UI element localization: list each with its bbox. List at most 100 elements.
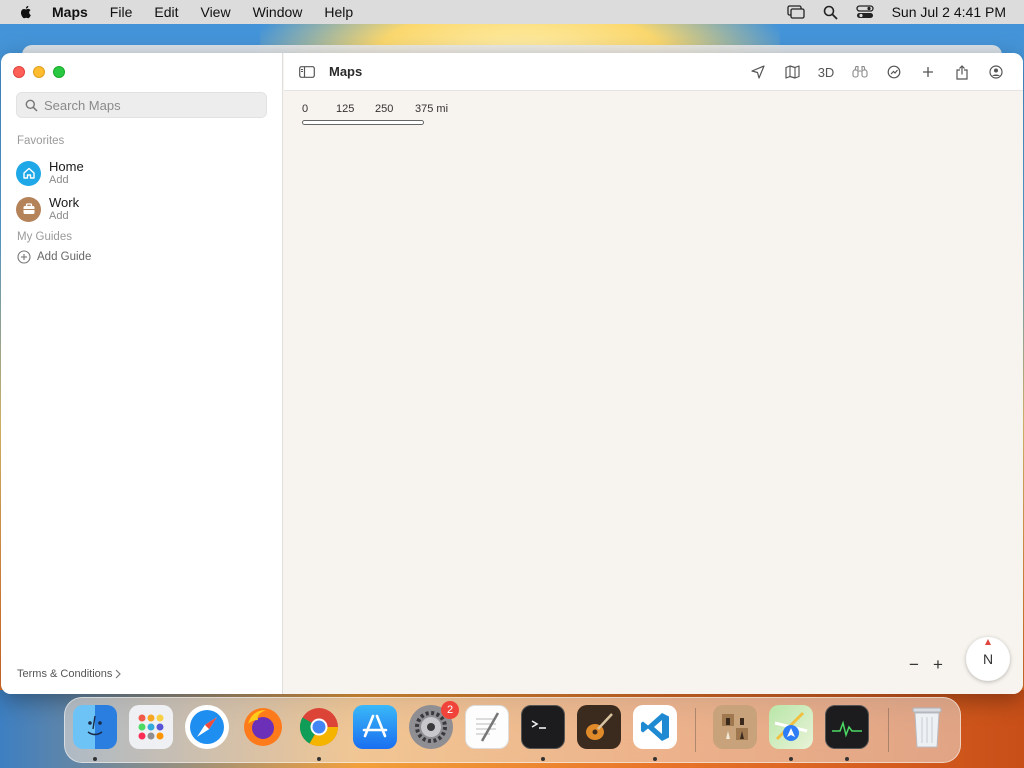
dock-separator <box>695 708 696 752</box>
chevron-right-icon <box>115 669 122 679</box>
toolbar-tools: 3D <box>741 53 1013 91</box>
favorites-label: Favorites <box>17 135 65 147</box>
dock-maps[interactable] <box>769 705 813 749</box>
dock-terminal-running <box>541 757 545 761</box>
plus-icon <box>923 67 933 77</box>
dock-maps-running <box>789 757 793 761</box>
share-icon <box>956 64 968 80</box>
scale-label-375: 375 mi <box>415 103 449 115</box>
menu-bar: Maps File Edit View Window Help Sun Jul … <box>0 0 1024 24</box>
compass-button[interactable]: N <box>966 637 1010 681</box>
terms-link[interactable]: Terms & Conditions <box>17 668 122 680</box>
zoom-out-button[interactable]: − <box>906 655 922 674</box>
menu-file[interactable]: File <box>110 4 133 20</box>
map-icon <box>784 65 800 79</box>
search-field[interactable] <box>16 92 267 118</box>
house-icon <box>16 160 41 186</box>
account-button[interactable] <box>979 59 1013 85</box>
screen-mirroring-icon[interactable] <box>786 5 805 19</box>
sidebar: Favorites Home Add Work <box>1 53 283 694</box>
map-area[interactable]: Maps 3D 0 125 250 375 mi − + N <box>284 53 1023 694</box>
safari-icon <box>190 710 224 744</box>
dock-separator-trash <box>888 708 889 752</box>
chess-icon <box>722 714 748 740</box>
menu-app-maps[interactable]: Maps <box>52 4 88 20</box>
dock-activity-monitor[interactable] <box>825 705 869 749</box>
account-icon <box>989 65 1003 79</box>
spotlight-search-icon[interactable] <box>823 5 838 20</box>
zoom-controls: − + <box>906 655 946 674</box>
dock-terminal[interactable] <box>521 705 565 749</box>
dock-vscode[interactable] <box>633 705 677 749</box>
compass-label: N <box>982 651 994 667</box>
maps-icon <box>774 711 808 741</box>
dock-launchpad[interactable] <box>129 705 173 749</box>
window-controls <box>13 66 65 78</box>
favorite-home-subtitle: Add <box>49 174 69 186</box>
scale-label-0: 0 <box>302 103 309 115</box>
dock-finder[interactable] <box>73 705 117 749</box>
my-guides-label: My Guides <box>17 231 72 243</box>
menu-view[interactable]: View <box>200 4 230 20</box>
map-mode-button[interactable] <box>775 59 809 85</box>
maps-window: Favorites Home Add Work <box>1 53 1023 694</box>
look-around-icon <box>887 65 901 79</box>
scale-labels: 0 125 250 375 mi <box>302 103 462 117</box>
tracking-button[interactable] <box>877 59 911 85</box>
dock-finder-running <box>93 757 97 761</box>
briefcase-icon <box>16 196 41 222</box>
favorite-work-subtitle: Add <box>49 210 69 222</box>
vscode-icon <box>641 713 669 741</box>
menu-window[interactable]: Window <box>253 4 303 20</box>
three-d-button[interactable]: 3D <box>809 59 843 85</box>
sidebar-toggle-icon[interactable] <box>299 65 315 78</box>
binoculars-icon <box>852 65 868 78</box>
trash-icon <box>912 707 942 748</box>
firefox-icon <box>244 708 282 746</box>
menu-help[interactable]: Help <box>324 4 353 20</box>
dock-garageband[interactable] <box>577 705 621 749</box>
app-store-icon <box>362 714 388 738</box>
dock-safari[interactable] <box>185 705 229 749</box>
share-button[interactable] <box>945 59 979 85</box>
terminal-icon <box>531 720 546 729</box>
current-location-button[interactable] <box>741 59 775 85</box>
favorite-work[interactable]: Work Add <box>16 195 79 223</box>
add-button[interactable] <box>911 59 945 85</box>
dock-textedit[interactable] <box>465 705 509 749</box>
add-guide-button[interactable]: Add Guide <box>17 250 91 264</box>
activity-monitor-icon <box>832 720 862 738</box>
minimize-button[interactable] <box>33 66 45 78</box>
finder-icon <box>87 715 103 736</box>
favorite-home-title: Home <box>49 159 84 174</box>
map-scale: 0 125 250 375 mi <box>302 103 462 125</box>
menu-edit[interactable]: Edit <box>154 4 178 20</box>
zoom-in-button[interactable]: + <box>930 655 946 674</box>
window-title: Maps <box>329 64 363 79</box>
dock-trash[interactable] <box>905 705 949 749</box>
textedit-icon <box>476 712 500 742</box>
chrome-icon <box>299 708 339 747</box>
guitar-icon <box>586 713 613 740</box>
settings-badge: 2 <box>441 701 459 719</box>
launchpad-icon <box>138 714 164 740</box>
favorite-work-title: Work <box>49 195 80 210</box>
maximize-button[interactable] <box>53 66 65 78</box>
dock-firefox[interactable] <box>241 705 285 749</box>
apple-menu-icon[interactable] <box>18 4 34 20</box>
scale-label-250: 250 <box>375 103 394 115</box>
close-button[interactable] <box>13 66 25 78</box>
dock-chrome-running <box>317 757 321 761</box>
toolbar: Maps 3D <box>284 53 1023 91</box>
control-center-icon[interactable] <box>855 5 874 19</box>
menu-clock[interactable]: Sun Jul 2 4:41 PM <box>892 4 1006 20</box>
search-icon <box>25 99 38 112</box>
look-around-button[interactable] <box>843 59 877 85</box>
search-input[interactable] <box>44 97 254 113</box>
dock-system-settings[interactable]: 2 <box>409 701 459 749</box>
dock-app-store[interactable] <box>353 705 397 749</box>
dock-chess[interactable] <box>713 705 757 749</box>
favorite-home[interactable]: Home Add <box>16 159 84 187</box>
dock-chrome[interactable] <box>297 705 341 749</box>
add-guide-label: Add Guide <box>37 251 92 263</box>
